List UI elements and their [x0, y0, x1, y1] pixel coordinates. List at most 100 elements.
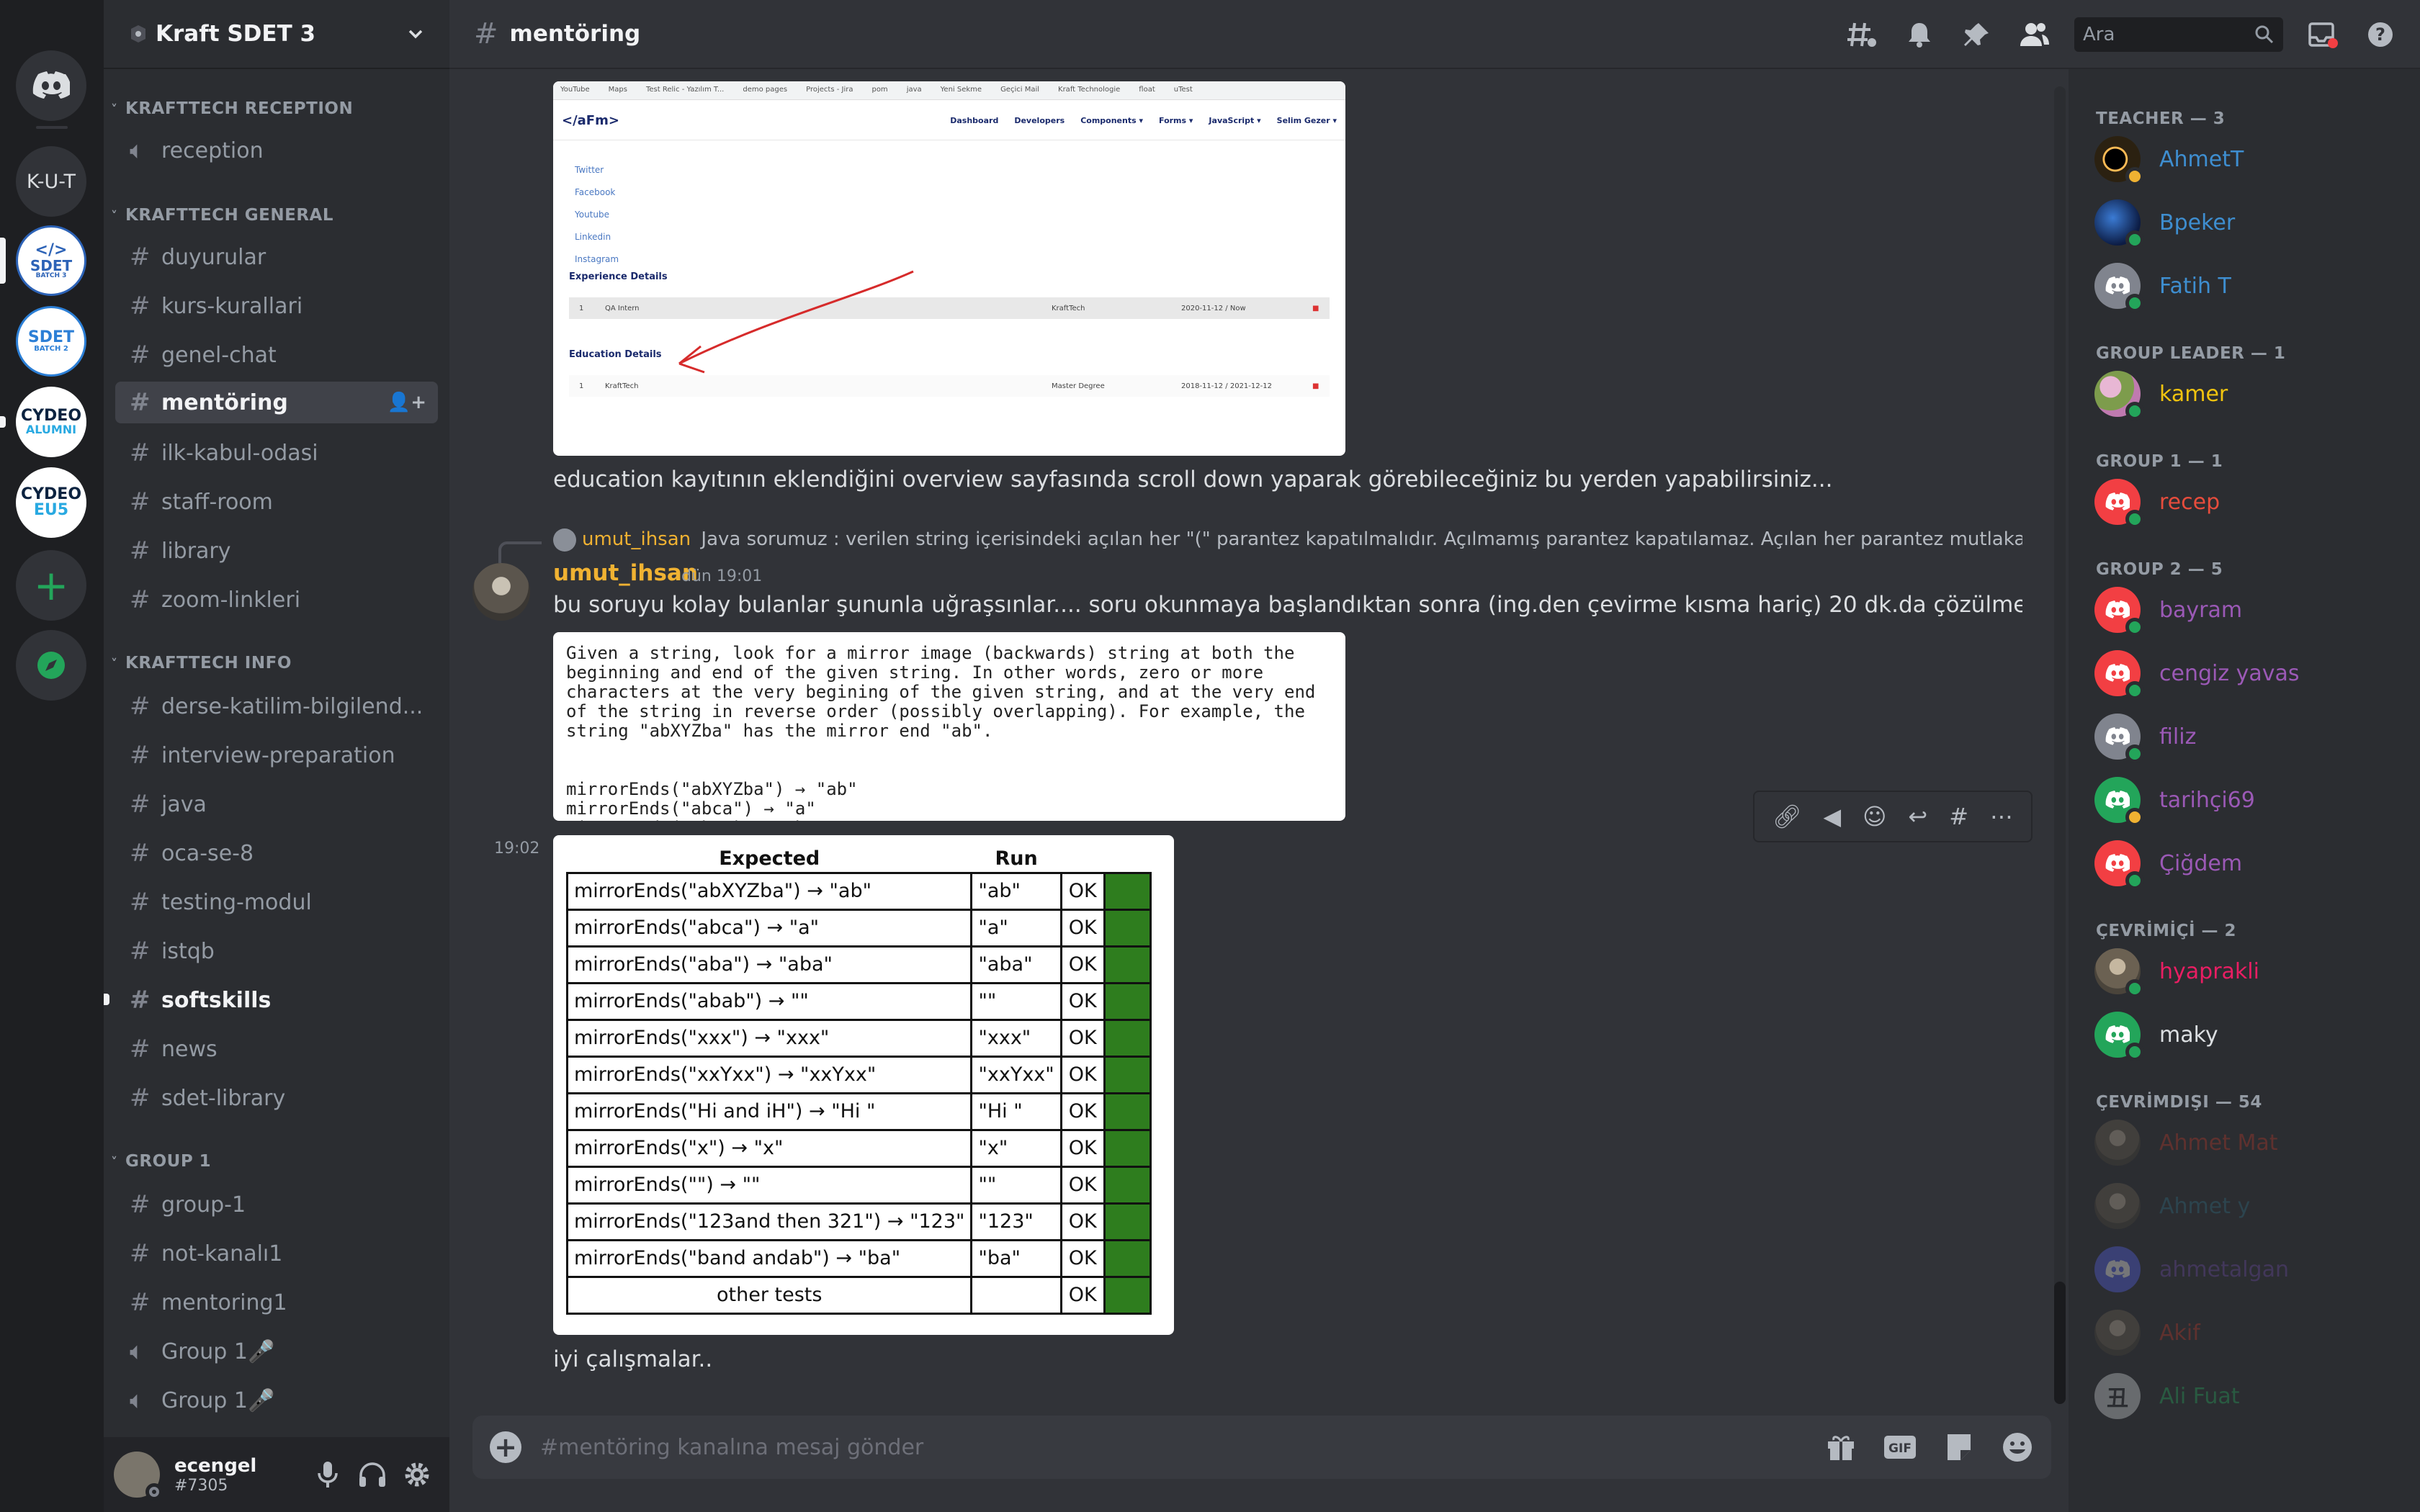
create-thread-icon[interactable]: # [1949, 803, 1968, 830]
link-icon[interactable]: 🔗︎ [1773, 803, 1802, 830]
help-button[interactable]: ? [2362, 17, 2398, 53]
category-general[interactable]: ˅ KRAFTTECH GENERAL [111, 206, 333, 225]
channel-news[interactable]: # news [115, 1028, 438, 1070]
status-cell: OK [1059, 1092, 1106, 1131]
gift-icon[interactable] [1825, 1431, 1857, 1463]
channel-reception[interactable]: 🔈︎ reception [115, 130, 438, 171]
channel-zoom-linkleri[interactable]: # zoom-linkleri [115, 579, 438, 621]
channel-oca-se-8[interactable]: # oca-se-8 [115, 832, 438, 874]
member-item[interactable]: Bpeker [2094, 197, 2235, 249]
member-item[interactable]: Ahmet Mat [2094, 1117, 2278, 1168]
upload-button[interactable]: + [490, 1431, 521, 1463]
member-item[interactable]: filiz [2094, 711, 2196, 763]
gif-icon[interactable]: GIF [1883, 1433, 1917, 1462]
channel-staff-room[interactable]: # staff-room [115, 481, 438, 523]
member-item[interactable]: cengiz yavas [2094, 648, 2300, 700]
member-item[interactable]: Çiğdem [2094, 838, 2242, 890]
sticker-icon[interactable] [1943, 1431, 1975, 1463]
threads-button[interactable] [1844, 17, 1880, 53]
channel-kurs-kurallari[interactable]: # kurs-kurallari [115, 285, 438, 327]
voice-channel-group1-b[interactable]: 🔈︎ Group 1🎤 [115, 1380, 438, 1421]
server-cydeo-eu5[interactable]: CYDEO EU5 [16, 467, 86, 538]
channel-genel-chat[interactable]: # genel-chat [115, 334, 438, 376]
chevron-down-icon: ˅ [111, 657, 118, 672]
channel-library[interactable]: # library [115, 530, 438, 572]
server-cydeo-alumni[interactable]: CYDEO ALUMNI [16, 387, 86, 457]
notifications-button[interactable] [1901, 17, 1937, 53]
member-item[interactable]: Fatih T [2094, 261, 2231, 312]
category-group1[interactable]: ˅ GROUP 1 [111, 1152, 211, 1171]
inbox-button[interactable] [2305, 17, 2341, 53]
attachment-screenshot[interactable]: YouTube Maps Test Relic - Yazılım T... demo… [553, 81, 1345, 456]
search-input[interactable]: Ara [2074, 17, 2283, 52]
member-item[interactable]: AhmetT [2094, 134, 2244, 186]
message-input[interactable]: #mentöring kanalına mesaj gönder [540, 1435, 1825, 1460]
attachment-problem-text[interactable]: Given a string, look for a mirror image … [553, 632, 1345, 821]
chat-scrollbar-thumb[interactable] [2054, 1282, 2066, 1404]
deafen-button[interactable] [350, 1452, 395, 1497]
member-item[interactable]: hyaprakli [2094, 946, 2259, 998]
tag-icon[interactable]: ◀ [1824, 803, 1842, 830]
plus-icon: + [33, 561, 69, 610]
member-item[interactable]: bayram [2094, 585, 2242, 636]
explore-servers-button[interactable] [16, 630, 86, 701]
channel-softskills[interactable]: # softskills [115, 979, 438, 1021]
channel-java[interactable]: # java [115, 783, 438, 825]
user-avatar[interactable] [114, 1452, 163, 1500]
server-kut[interactable]: K-U-T [16, 146, 86, 217]
user-info[interactable]: ecengel #7305 [174, 1455, 305, 1495]
voice-channel-group1-a[interactable]: 🔈︎ Group 1🎤 [115, 1331, 438, 1372]
channel-not-kanali1[interactable]: # not-kanalı1 [115, 1233, 438, 1274]
member-list-toggle[interactable] [2017, 17, 2053, 53]
emoji-icon[interactable] [2001, 1431, 2034, 1464]
channel-interview-preparation[interactable]: # interview-preparation [115, 734, 438, 776]
run-cell: "123" [970, 1202, 1062, 1241]
more-icon[interactable]: ⋯ [1990, 803, 2013, 830]
channel-header: # mentöring Ara ? [449, 0, 2420, 69]
author-avatar[interactable] [472, 563, 530, 621]
channel-istqb[interactable]: # istqb [115, 930, 438, 972]
reply-icon[interactable]: ↩ [1908, 803, 1927, 830]
invite-member-icon[interactable]: 👤+ [387, 392, 426, 413]
member-item[interactable]: 丑 Ali Fuat [2094, 1371, 2240, 1421]
member-item[interactable]: Ahmet y [2094, 1181, 2250, 1231]
chevron-down-icon: ˅ [111, 209, 118, 224]
member-item[interactable]: ahmetalgan [2094, 1244, 2289, 1295]
channel-testing-modul[interactable]: # testing-modul [115, 881, 438, 923]
channel-sdet-library[interactable]: # sdet-library [115, 1077, 438, 1119]
user-settings-button[interactable] [395, 1452, 439, 1497]
speaker-icon: 🔈︎ [130, 1386, 145, 1415]
message-composer[interactable]: + #mentöring kanalına mesaj gönder GIF [472, 1416, 2051, 1479]
member-item[interactable]: maky [2094, 1009, 2218, 1061]
member-item[interactable]: Akif [2094, 1308, 2200, 1358]
chat-scrollbar[interactable] [2054, 86, 2066, 1404]
category-info[interactable]: ˅ KRAFTTECH INFO [111, 654, 292, 672]
channel-mentoring1[interactable]: # mentoring1 [115, 1282, 438, 1323]
mute-button[interactable] [305, 1452, 350, 1497]
member-item[interactable]: kamer [2094, 369, 2228, 420]
channel-mentoring[interactable]: # mentöring 👤+ [115, 382, 438, 423]
message-author[interactable]: umut_ihsan [553, 560, 698, 586]
channel-group-1[interactable]: # group-1 [115, 1184, 438, 1225]
add-reaction-icon[interactable]: ☺ [1863, 803, 1886, 830]
hash-icon: # [130, 388, 151, 417]
status-cell: OK [1059, 1055, 1106, 1094]
guild-header[interactable]: Kraft SDET 3 [104, 0, 449, 69]
pinned-messages-button[interactable] [1959, 17, 1995, 53]
server-sdet-batch2[interactable]: SDET BATCH 2 [16, 306, 86, 377]
member-item[interactable]: recep [2094, 477, 2220, 528]
reply-preview[interactable]: umut_ihsan Java sorumuz : verilen string… [582, 528, 2022, 550]
category-reception[interactable]: ˅ KRAFTTECH RECEPTION [111, 99, 353, 118]
home-button[interactable] [16, 50, 86, 121]
expected-cell: mirrorEnds("abab") → "" [565, 981, 973, 1021]
channel-derse-katilim[interactable]: # derse-katilim-bilgilend... [115, 685, 438, 727]
status-online-icon [2125, 744, 2144, 763]
red-arrow-annotation [678, 270, 914, 374]
server-sdet-batch3[interactable]: </> SDET BATCH 3 [16, 225, 86, 296]
channel-ilk-kabul-odasi[interactable]: # ilk-kabul-odasi [115, 432, 438, 474]
headphones-icon [359, 1462, 385, 1487]
attachment-results-table[interactable]: Expected Run mirrorEnds("abXYZba") → "ab… [553, 835, 1174, 1335]
add-server-button[interactable]: + [16, 550, 86, 621]
member-item[interactable]: tarihçi69 [2094, 775, 2255, 827]
channel-duyurular[interactable]: # duyurular [115, 236, 438, 278]
